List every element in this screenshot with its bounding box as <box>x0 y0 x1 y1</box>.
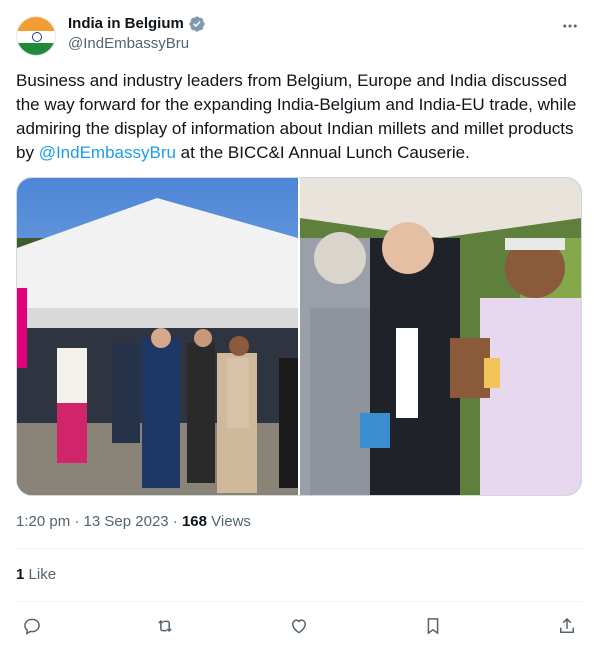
reply-icon[interactable] <box>18 612 46 640</box>
likes-summary[interactable]: 1 Like <box>16 565 56 585</box>
meta-separator: · <box>168 513 182 530</box>
likes-label: Like <box>28 566 57 583</box>
photo-1[interactable] <box>17 178 298 495</box>
avatar[interactable] <box>16 16 56 56</box>
divider <box>16 548 582 549</box>
retweet-icon[interactable] <box>151 612 179 640</box>
media-grid <box>16 177 582 496</box>
tweet-text: Business and industry leaders from Belgi… <box>16 69 582 165</box>
tweet-header: India in Belgium @IndEmbassyBru <box>16 14 582 58</box>
divider <box>16 601 582 602</box>
likes-count: 1 <box>16 566 25 583</box>
verified-badge-icon <box>189 16 205 32</box>
handle[interactable]: @IndEmbassyBru <box>68 34 206 54</box>
tweet-time[interactable]: 1:20 pm <box>16 513 70 530</box>
tweet-date[interactable]: 13 Sep 2023 <box>84 513 169 530</box>
author-names: India in Belgium @IndEmbassyBru <box>68 14 206 54</box>
tweet-text-part: at the BICC&I Annual Lunch Causerie. <box>175 143 470 162</box>
views-label: Views <box>211 513 251 530</box>
views-count: 168 <box>181 513 207 530</box>
bookmark-icon[interactable] <box>419 612 447 640</box>
share-icon[interactable] <box>553 612 581 640</box>
mention-link[interactable]: @IndEmbassyBru <box>39 143 176 162</box>
meta-separator: · <box>70 513 84 530</box>
photo-2[interactable] <box>300 178 581 495</box>
tweet-meta: 1:20 pm · 13 Sep 2023 · 168 Views <box>16 512 251 532</box>
more-horizontal-icon[interactable] <box>558 16 582 36</box>
action-bar <box>16 612 582 640</box>
ashoka-chakra-icon <box>32 32 42 42</box>
display-name[interactable]: India in Belgium <box>68 14 184 34</box>
heart-icon[interactable] <box>285 612 313 640</box>
